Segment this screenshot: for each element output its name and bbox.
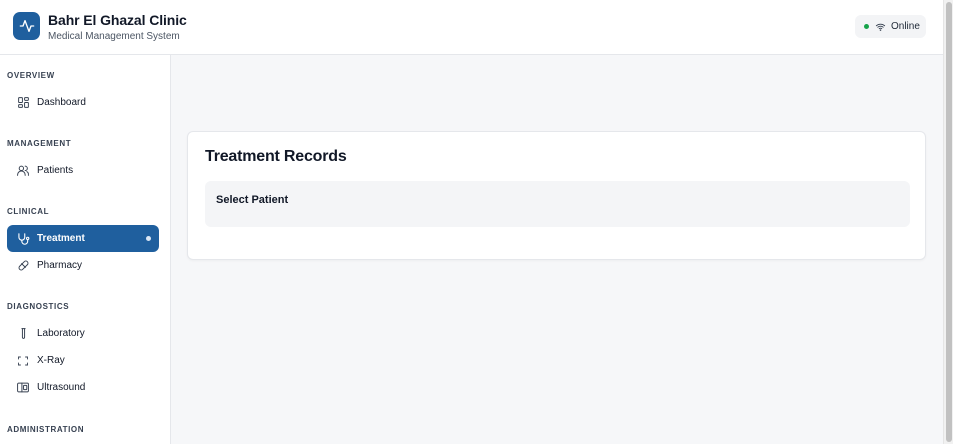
- page-title: Treatment Records: [205, 148, 347, 165]
- select-patient-label: Select Patient: [216, 194, 289, 206]
- stethoscope-icon: [16, 232, 30, 246]
- app-header: Bahr El Ghazal Clinic Medical Management…: [0, 0, 943, 55]
- pill-icon: [16, 259, 30, 273]
- sidebar-item-label: Laboratory: [37, 328, 85, 339]
- sidebar-item-xray[interactable]: X-Ray: [7, 347, 159, 374]
- sidebar-item-dashboard[interactable]: Dashboard: [7, 89, 159, 116]
- sidebar-item-ultrasound[interactable]: Ultrasound: [7, 374, 159, 401]
- scan-icon: [16, 354, 30, 368]
- sidebar-item-label: Dashboard: [37, 97, 86, 108]
- treatment-records-card: Treatment Records Select Patient: [187, 131, 926, 260]
- app-subtitle: Medical Management System: [48, 31, 180, 42]
- wifi-icon: [875, 22, 886, 32]
- scrollbar-thumb[interactable]: [946, 2, 952, 442]
- sidebar-item-label: X-Ray: [37, 355, 65, 366]
- select-patient-panel[interactable]: Select Patient: [205, 181, 910, 227]
- sidebar-item-pharmacy[interactable]: Pharmacy: [7, 252, 159, 279]
- status-dot: [864, 24, 869, 29]
- section-management: MANAGEMENT: [7, 139, 72, 148]
- connection-status: Online: [855, 15, 926, 38]
- sidebar-item-treatment[interactable]: Treatment: [7, 225, 159, 252]
- app-title: Bahr El Ghazal Clinic: [48, 12, 187, 28]
- section-diagnostics: DIAGNOSTICS: [7, 302, 70, 311]
- test-tube-icon: [16, 327, 30, 341]
- sidebar-item-label: Treatment: [37, 233, 85, 244]
- section-overview: OVERVIEW: [7, 71, 55, 80]
- ultrasound-icon: [16, 381, 30, 395]
- activity-pulse-icon: [13, 12, 40, 40]
- grid-icon: [16, 96, 30, 110]
- sidebar: OVERVIEW Dashboard MANAGEMENT Patients C…: [0, 55, 171, 444]
- section-administration: ADMINISTRATION: [7, 425, 85, 434]
- sidebar-item-patients[interactable]: Patients: [7, 157, 159, 184]
- page-scrollbar[interactable]: [943, 0, 953, 444]
- status-label: Online: [891, 21, 920, 32]
- sidebar-item-label: Ultrasound: [37, 382, 86, 393]
- sidebar-item-laboratory[interactable]: Laboratory: [7, 320, 159, 347]
- section-clinical: CLINICAL: [7, 207, 50, 216]
- users-icon: [16, 164, 30, 178]
- active-indicator: [146, 236, 151, 241]
- sidebar-item-label: Pharmacy: [37, 260, 83, 271]
- sidebar-item-label: Patients: [37, 165, 74, 176]
